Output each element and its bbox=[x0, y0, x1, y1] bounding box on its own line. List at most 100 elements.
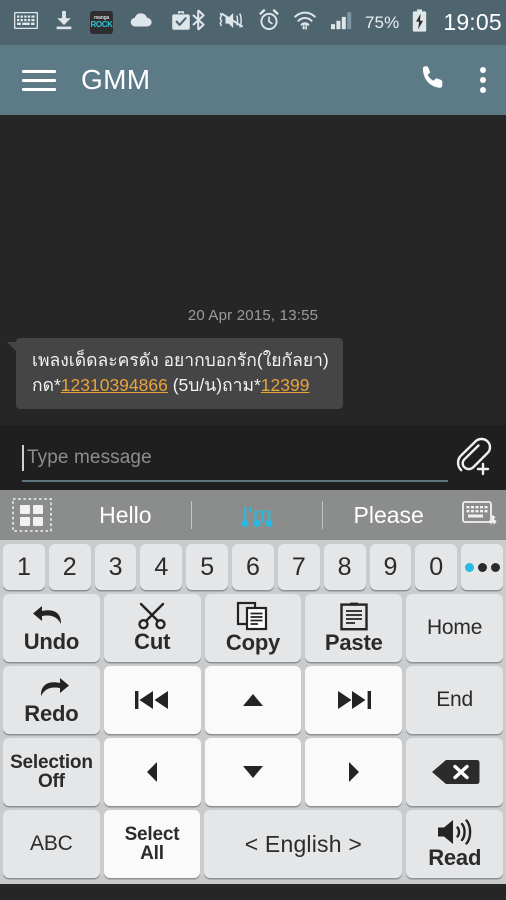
key-home-label: Home bbox=[426, 616, 483, 640]
alarm-icon bbox=[258, 9, 280, 36]
copy-pages-icon bbox=[235, 601, 271, 631]
signal-icon bbox=[330, 11, 352, 35]
key-more-options[interactable] bbox=[461, 544, 503, 590]
text-caret bbox=[22, 444, 24, 471]
download-icon bbox=[55, 10, 73, 35]
key-arrow-down[interactable] bbox=[204, 738, 302, 806]
skip-forward-icon bbox=[330, 686, 378, 714]
status-bar-system-icons: 75% 19:05 bbox=[191, 8, 502, 37]
key-cut[interactable]: Cut bbox=[103, 594, 201, 662]
mangarock-line2: ROCK bbox=[90, 20, 113, 29]
mangarock-icon: manga ROCK bbox=[90, 11, 113, 34]
briefcase-check-icon bbox=[171, 10, 191, 36]
compose-underline bbox=[22, 480, 448, 482]
speaker-icon bbox=[434, 818, 476, 846]
key-cut-label: Cut bbox=[134, 629, 171, 655]
keyboard-row-nav-2: Selection Off bbox=[3, 738, 503, 806]
triangle-up-icon bbox=[236, 689, 270, 711]
scissors-icon bbox=[134, 602, 170, 630]
key-1[interactable]: 1 bbox=[3, 544, 45, 590]
backspace-icon bbox=[429, 757, 481, 787]
key-redo-label: Redo bbox=[24, 701, 79, 727]
skip-backward-icon bbox=[128, 686, 176, 714]
triangle-left-icon bbox=[140, 757, 164, 787]
key-prev-word[interactable] bbox=[103, 666, 201, 734]
key-abc[interactable]: ABC bbox=[3, 810, 100, 878]
message-prefix: กด* bbox=[32, 375, 61, 396]
key-redo[interactable]: Redo bbox=[3, 666, 100, 734]
key-8[interactable]: 8 bbox=[323, 544, 366, 590]
clock-label: 19:05 bbox=[443, 9, 502, 35]
page-title: GMM bbox=[81, 64, 151, 95]
message-line-2: กด*12310394866 (5บ/น)ถาม*12399 bbox=[32, 373, 329, 398]
suggestion-bar: Hello I'm Please bbox=[0, 490, 506, 540]
cloud-icon bbox=[130, 12, 154, 33]
key-7[interactable]: 7 bbox=[277, 544, 320, 590]
keyboard-row-numbers: 1 2 3 4 5 6 7 8 9 0 bbox=[3, 544, 503, 590]
key-arrow-up[interactable] bbox=[204, 666, 302, 734]
compose-bar: Type message bbox=[0, 425, 506, 490]
suggestion-word-3[interactable]: Please bbox=[323, 502, 454, 529]
kebab-menu-icon[interactable] bbox=[472, 65, 488, 95]
key-language-label: < English > bbox=[244, 830, 362, 857]
three-dots-icon bbox=[464, 562, 500, 572]
key-backspace[interactable] bbox=[406, 738, 503, 806]
keyboard-row-edit: Undo Cut Copy Paste Home bbox=[3, 594, 503, 662]
key-select-all[interactable]: Select All bbox=[103, 810, 201, 878]
app-bar-actions bbox=[419, 64, 488, 96]
key-copy-label: Copy bbox=[225, 630, 281, 656]
key-abc-label: ABC bbox=[30, 832, 73, 856]
key-language[interactable]: < English > bbox=[204, 810, 403, 878]
shortcode-link-1[interactable]: 12310394866 bbox=[61, 375, 168, 395]
key-select-all-label-1: Select bbox=[124, 823, 180, 845]
battery-percent-label: 75% bbox=[365, 12, 400, 32]
key-arrow-left[interactable] bbox=[103, 738, 201, 806]
key-6[interactable]: 6 bbox=[232, 544, 274, 590]
suggestion-word-2[interactable]: I'm bbox=[192, 502, 323, 529]
triangle-down-icon bbox=[236, 761, 270, 783]
wifi-icon bbox=[293, 10, 317, 36]
keyboard: 1 2 3 4 5 6 7 8 9 0 Undo Cut Copy Paste … bbox=[0, 540, 506, 884]
hamburger-icon[interactable] bbox=[22, 69, 56, 91]
suggestion-page-dots bbox=[241, 519, 273, 527]
key-paste[interactable]: Paste bbox=[305, 594, 403, 662]
redo-arrow-icon bbox=[31, 674, 71, 702]
key-9[interactable]: 9 bbox=[369, 544, 412, 590]
keyboard-row-nav-1: Redo End bbox=[3, 666, 503, 734]
conversation-area: 20 Apr 2015, 13:55 เพลงเด็ดละครดัง อยากบ… bbox=[0, 115, 506, 425]
paperclip-plus-icon[interactable] bbox=[450, 434, 492, 481]
key-2[interactable]: 2 bbox=[48, 544, 91, 590]
message-row: เพลงเด็ดละครดัง อยากบอกรัก(ใยกัลยา) กด*1… bbox=[7, 338, 490, 409]
undo-arrow-icon bbox=[31, 602, 71, 630]
triangle-right-icon bbox=[342, 757, 366, 787]
app-grid-icon[interactable] bbox=[10, 498, 54, 532]
key-3[interactable]: 3 bbox=[94, 544, 137, 590]
key-undo-label: Undo bbox=[23, 629, 80, 655]
shortcode-link-2[interactable]: 12399 bbox=[261, 375, 310, 395]
suggestion-word-1[interactable]: Hello bbox=[60, 502, 191, 529]
message-bubble-incoming[interactable]: เพลงเด็ดละครดัง อยากบอกรัก(ใยกัลยา) กด*1… bbox=[7, 338, 343, 409]
message-input-placeholder[interactable]: Type message bbox=[27, 447, 152, 469]
key-0[interactable]: 0 bbox=[415, 544, 458, 590]
key-selection-off[interactable]: Selection Off bbox=[3, 738, 100, 806]
key-arrow-right[interactable] bbox=[305, 738, 403, 806]
app-bar: GMM bbox=[0, 45, 506, 115]
key-4[interactable]: 4 bbox=[140, 544, 183, 590]
message-line-1: เพลงเด็ดละครดัง อยากบอกรัก(ใยกัลยา) bbox=[32, 350, 329, 371]
key-paste-label: Paste bbox=[324, 630, 383, 656]
key-selection-off-label-2: Off bbox=[37, 771, 65, 792]
key-read[interactable]: Read bbox=[406, 810, 504, 878]
key-end[interactable]: End bbox=[406, 666, 503, 734]
clipboard-icon bbox=[338, 601, 370, 631]
keyboard-icon bbox=[13, 11, 39, 34]
key-next-word[interactable] bbox=[305, 666, 403, 734]
key-read-label: Read bbox=[428, 845, 482, 871]
key-selection-off-label-1: Selection bbox=[10, 751, 93, 773]
keyboard-move-icon[interactable] bbox=[454, 498, 506, 532]
phone-icon[interactable] bbox=[419, 64, 446, 96]
key-5[interactable]: 5 bbox=[186, 544, 229, 590]
key-copy[interactable]: Copy bbox=[204, 594, 302, 662]
key-undo[interactable]: Undo bbox=[3, 594, 100, 662]
key-home[interactable]: Home bbox=[406, 594, 503, 662]
phone-screen: manga ROCK 75% 19:05 GMM 20 Apr 2015, 13… bbox=[0, 0, 506, 900]
